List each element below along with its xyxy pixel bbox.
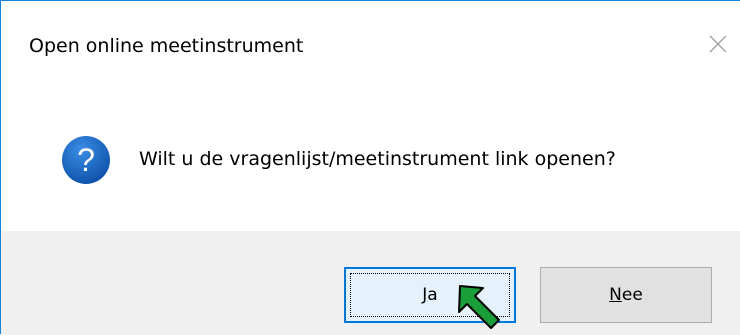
- dialog-title: Open online meetinstrument: [29, 35, 304, 57]
- close-button[interactable]: [703, 29, 733, 59]
- dialog-message: Wilt u de vragenlijst/meetinstrument lin…: [139, 148, 616, 170]
- no-button[interactable]: Nee: [540, 267, 712, 323]
- dialog-content: ? Wilt u de vragenlijst/meetinstrument l…: [1, 89, 740, 231]
- dialog-titlebar[interactable]: Open online meetinstrument: [1, 1, 740, 89]
- no-button-label: Nee: [609, 285, 643, 305]
- svg-text:?: ?: [77, 142, 95, 178]
- close-icon: [709, 35, 727, 53]
- message-dialog: Open online meetinstrument ? Wilt u de v…: [0, 0, 740, 335]
- question-icon: ?: [62, 136, 110, 184]
- dialog-footer: Ja Nee: [1, 231, 740, 335]
- yes-button[interactable]: Ja: [344, 267, 516, 323]
- yes-button-label: Ja: [422, 285, 438, 305]
